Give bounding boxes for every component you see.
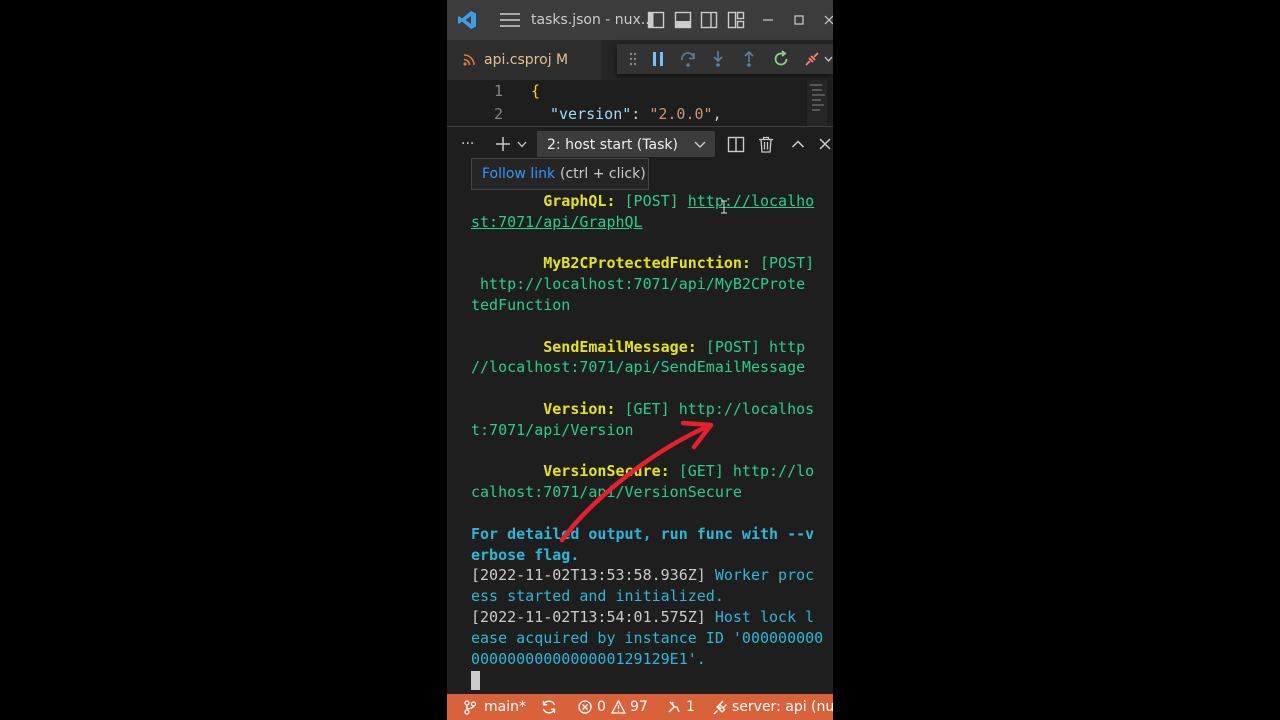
chevron-down-icon[interactable] (517, 141, 527, 148)
terminal-line: ess started and initialized. (471, 587, 724, 606)
terminal-link[interactable]: //localhost:7071/api/SendEmailMessage (471, 358, 805, 376)
terminal-link[interactable]: calhost:7071/api/VersionSecure (471, 483, 742, 501)
terminal-line: [2022-11-02T13:54:01.575Z] Host lock l (471, 607, 815, 626)
git-branch-icon (464, 700, 476, 715)
terminal-cursor (471, 671, 480, 690)
server-status[interactable]: server: api (nuxt (732, 694, 833, 720)
json-colon: : (631, 105, 650, 123)
step-into-icon[interactable] (710, 50, 726, 68)
line-number: 1 (493, 82, 503, 100)
menu-icon[interactable] (499, 12, 521, 28)
restart-icon[interactable] (772, 50, 790, 68)
step-over-icon[interactable] (679, 50, 697, 68)
maximize-panel-icon[interactable] (791, 139, 805, 149)
rss-icon (463, 54, 475, 66)
terminal-line: ease acquired by instance ID '000000000 (471, 628, 824, 647)
error-count[interactable]: 0 (597, 694, 606, 720)
code-editor[interactable]: 1 2 { "version": "2.0.0", (447, 80, 833, 126)
minimize-icon[interactable] (763, 15, 773, 25)
terminal-line: MyB2CProtectedFunction: [POST] (543, 254, 815, 273)
disconnect-icon[interactable] (803, 50, 821, 68)
split-terminal-icon[interactable] (727, 136, 745, 153)
new-terminal-icon[interactable] (495, 136, 511, 152)
toggle-panel-icon[interactable] (674, 11, 692, 29)
terminal-line: //localhost:7071/api/SendEmailMessage (471, 357, 833, 378)
close-panel-icon[interactable] (819, 138, 831, 150)
follow-link[interactable]: Follow link (482, 159, 555, 189)
terminal-link[interactable]: http (769, 338, 805, 356)
terminal-link[interactable]: t:7071/api/Version (471, 421, 634, 439)
sync-icon[interactable] (541, 699, 557, 715)
title-bar: tasks.json - nux... (447, 0, 833, 40)
follow-link-tooltip: Follow link (ctrl + click) (471, 158, 649, 190)
toggle-secondary-sidebar-icon[interactable] (700, 11, 718, 29)
drag-handle-icon[interactable] (629, 51, 637, 67)
tab-label: api.csproj (484, 52, 552, 68)
terminal-link[interactable]: http://localho (688, 192, 814, 210)
tooltip-hint: (ctrl + click) (560, 166, 646, 182)
terminal-link[interactable]: st:7071/api/GraphQL (471, 213, 643, 231)
warning-icon (611, 700, 626, 714)
json-comma: , (712, 105, 722, 123)
more-actions-button[interactable]: ··· (461, 127, 474, 161)
maximize-icon[interactable] (794, 15, 804, 25)
tools-icon (668, 701, 680, 713)
text-cursor-icon (721, 200, 727, 214)
step-out-icon[interactable] (741, 50, 757, 68)
terminal-line: VersionSecure: [GET] http://lo (543, 462, 815, 481)
terminal-link[interactable]: http://localhost:7071/api/MyB2CProte (480, 275, 805, 293)
minimap[interactable] (807, 80, 827, 126)
terminal-line: t:7071/api/Version (471, 420, 833, 441)
terminal-link[interactable]: http://lo (733, 462, 814, 480)
terminal-line: erbose flag. (471, 545, 580, 564)
chevron-down-icon[interactable] (824, 55, 833, 63)
vscode-window: tasks.json - nux... api.csproj M 1 2 {"… (447, 0, 833, 720)
terminal-line: 0000000000000000129129E1'. (471, 649, 706, 668)
tab-api-csproj[interactable]: api.csproj M (447, 40, 602, 80)
terminal-line: http://localhost:7071/api/MyB2CProte (471, 274, 833, 295)
terminal-line: For detailed output, run func with --v (471, 524, 815, 543)
toggle-primary-sidebar-icon[interactable] (647, 11, 665, 29)
terminal-select-value: 2: host start (Task) (547, 137, 678, 153)
trash-icon[interactable] (758, 136, 774, 153)
terminal-line: tedFunction (471, 295, 833, 316)
status-bar: main* 0 97 1 server: api (nuxt (447, 694, 833, 720)
json-key: "version" (550, 105, 632, 123)
customize-layout-icon[interactable] (727, 11, 745, 29)
pause-icon[interactable] (651, 51, 665, 67)
warning-count[interactable]: 97 (630, 694, 648, 720)
terminal-line: calhost:7071/api/VersionSecure (471, 482, 833, 503)
vscode-logo-icon (458, 11, 476, 29)
tab-modified-badge: M (556, 52, 569, 68)
branch-status[interactable]: main* (484, 694, 526, 720)
json-string: "2.0.0" (649, 105, 713, 123)
code-line-2: "version": "2.0.0", (550, 103, 722, 125)
chevron-down-icon (694, 141, 706, 148)
line-number: 2 (493, 105, 503, 123)
ports-count[interactable]: 1 (686, 694, 695, 720)
terminal-line: st:7071/api/GraphQL (471, 212, 833, 233)
code-brace: { (531, 82, 541, 100)
terminal-line: GraphQL: [POST] http://localho (543, 192, 815, 210)
terminal-link[interactable]: tedFunction (471, 296, 570, 314)
terminal-output[interactable]: GraphQL: [POST] http://localho st:7071/a… (471, 191, 833, 691)
terminal-select[interactable]: 2: host start (Task) (537, 131, 715, 157)
window-title: tasks.json - nux... (531, 12, 655, 28)
plug-icon (713, 700, 727, 715)
terminal-link[interactable]: http://localhos (679, 400, 814, 418)
debug-toolbar (617, 44, 833, 74)
close-window-icon[interactable] (824, 15, 833, 25)
error-icon (578, 700, 592, 714)
terminal-line: SendEmailMessage: [POST] http (543, 337, 806, 356)
terminal-line: [2022-11-02T13:53:58.936Z] Worker proc (471, 566, 815, 585)
terminal-line: Version: [GET] http://localhos (543, 399, 815, 418)
